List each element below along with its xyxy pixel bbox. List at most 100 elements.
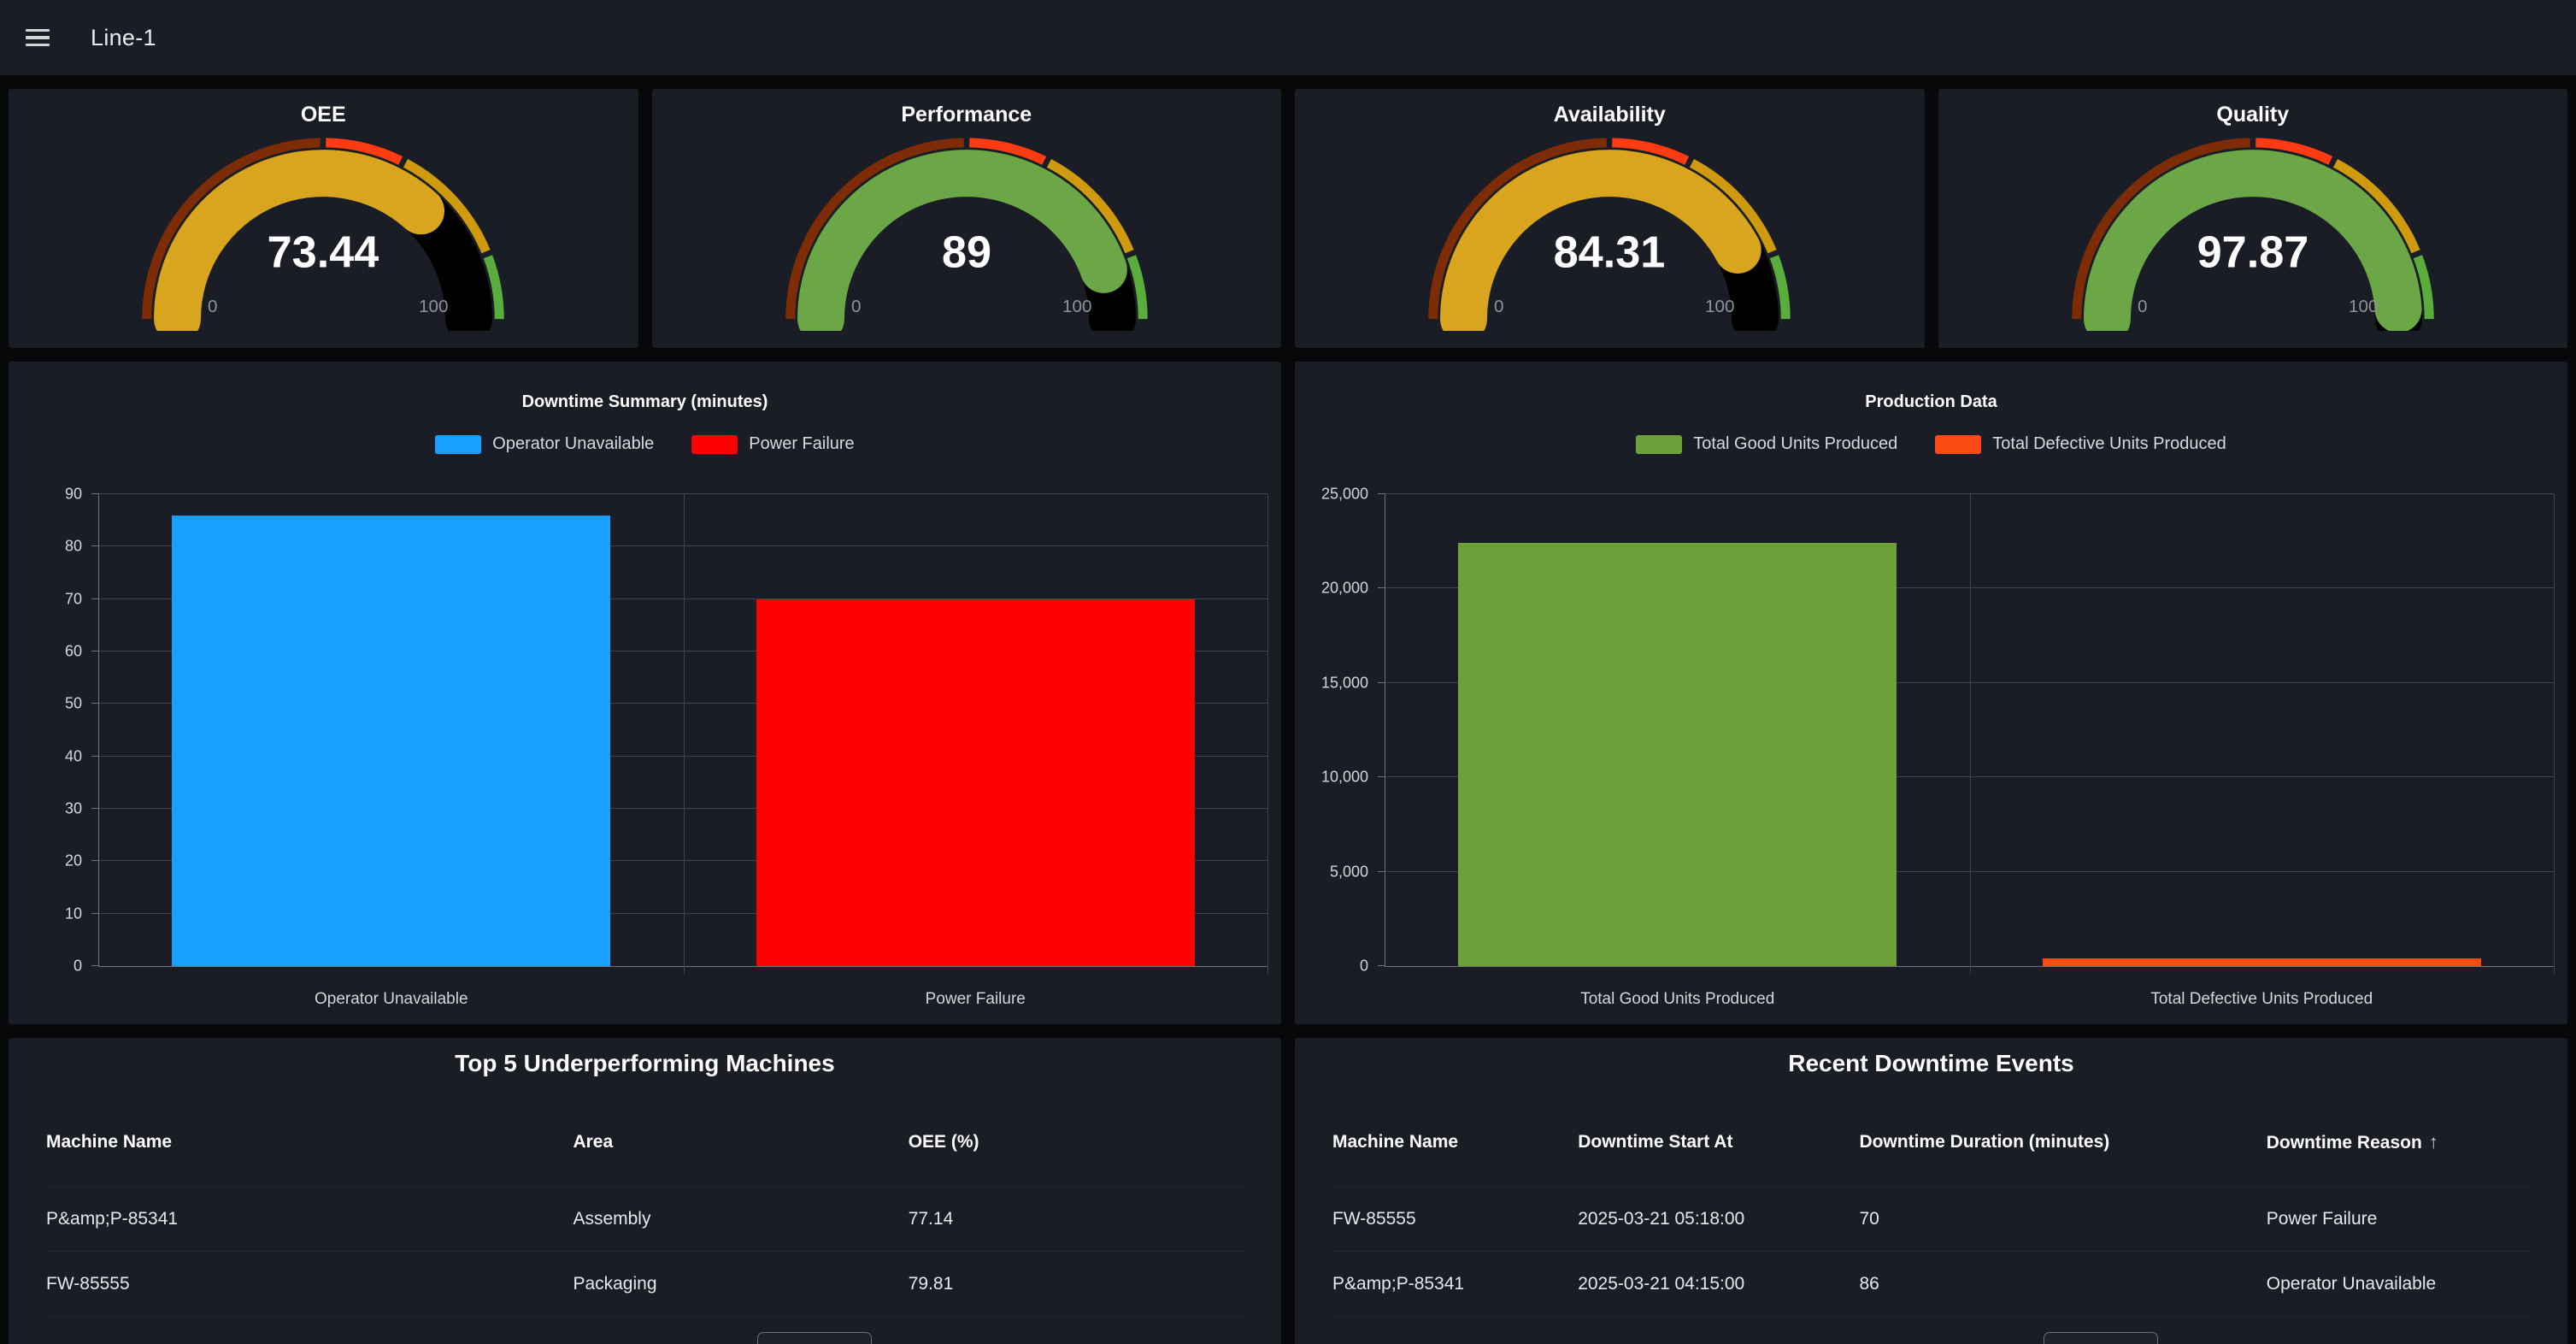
y-axis-tick bbox=[91, 860, 99, 861]
cell-oee: 77.14 bbox=[909, 1209, 1244, 1229]
column-header-oee[interactable]: OEE (%) bbox=[909, 1132, 1244, 1152]
y-axis-tick-label: 20,000 bbox=[1321, 580, 1368, 598]
chart-legend: Operator Unavailable Power Failure bbox=[9, 434, 1281, 454]
legend-label: Operator Unavailable bbox=[492, 434, 654, 454]
cell-machine-name: P&amp;P-85341 bbox=[1332, 1274, 1578, 1294]
gauge-panel-availability: Availability 84.31 0 100 bbox=[1295, 89, 1925, 348]
gauge-max-label: 100 bbox=[2349, 297, 2378, 316]
sort-ascending-icon: ↑ bbox=[2429, 1131, 2438, 1152]
legend-item[interactable]: Total Defective Units Produced bbox=[1935, 434, 2226, 454]
category-separator-line bbox=[684, 494, 685, 974]
y-axis-tick bbox=[1378, 587, 1385, 588]
legend-item[interactable]: Total Good Units Produced bbox=[1636, 434, 1897, 454]
table-row: FW-85555 2025-03-21 05:18:00 70 Power Fa… bbox=[1332, 1187, 2530, 1252]
column-header-machine-name[interactable]: Machine Name bbox=[46, 1132, 573, 1152]
y-axis-tick bbox=[91, 703, 99, 704]
y-axis-tick bbox=[1378, 776, 1385, 777]
panel-title: Production Data bbox=[1295, 392, 2567, 412]
cell-machine-name: P&amp;P-85341 bbox=[46, 1209, 573, 1229]
legend-label: Total Good Units Produced bbox=[1693, 434, 1897, 454]
pagination-button[interactable] bbox=[2044, 1332, 2158, 1344]
y-axis-tick bbox=[1378, 682, 1385, 683]
column-header-machine-name[interactable]: Machine Name bbox=[1332, 1132, 1578, 1152]
hamburger-menu-icon[interactable] bbox=[26, 29, 50, 47]
production-data-panel: Production Data Total Good Units Produce… bbox=[1295, 362, 2567, 1024]
cell-downtime-reason: Operator Unavailable bbox=[2267, 1274, 2530, 1294]
bar-chart-plot: Operator Unavailable Power Failure 01020… bbox=[98, 494, 1267, 967]
panel-title: Performance bbox=[652, 103, 1282, 127]
y-axis-tick bbox=[91, 965, 99, 966]
table-row: P&amp;P-85341 2025-03-21 04:15:00 86 Ope… bbox=[1332, 1252, 2530, 1317]
y-axis-tick-label: 10 bbox=[65, 905, 82, 923]
legend-swatch bbox=[691, 435, 738, 454]
y-axis-tick-label: 40 bbox=[65, 747, 82, 765]
column-header-downtime-start[interactable]: Downtime Start At bbox=[1578, 1132, 1859, 1152]
panel-title: OEE bbox=[9, 103, 638, 127]
y-axis-tick bbox=[91, 493, 99, 494]
y-axis-tick bbox=[1378, 965, 1385, 966]
y-axis-tick-label: 0 bbox=[74, 958, 82, 976]
legend-swatch bbox=[1636, 435, 1682, 454]
dashboard-grid: OEE 73.440100 Performance 890100 Availab… bbox=[0, 75, 2576, 1344]
y-axis-tick-label: 25,000 bbox=[1321, 486, 1368, 504]
y-axis-tick bbox=[91, 598, 99, 599]
gauge-value: 89 bbox=[942, 228, 991, 278]
cell-downtime-duration: 70 bbox=[1859, 1209, 2266, 1229]
x-axis-label: Power Failure bbox=[684, 990, 1268, 1009]
category-separator-line bbox=[1267, 494, 1268, 974]
gauge: 890100 bbox=[652, 131, 1282, 331]
cell-area: Packaging bbox=[573, 1274, 908, 1294]
column-header-area[interactable]: Area bbox=[573, 1132, 908, 1152]
cell-area: Assembly bbox=[573, 1209, 908, 1229]
bar bbox=[172, 516, 610, 966]
gauge-max-label: 100 bbox=[419, 297, 448, 316]
column-header-downtime-duration[interactable]: Downtime Duration (minutes) bbox=[1859, 1132, 2266, 1152]
gauge-min-label: 0 bbox=[2138, 297, 2147, 316]
y-axis-tick bbox=[91, 756, 99, 757]
gauge-panel-oee: OEE 73.44 0 100 bbox=[9, 89, 638, 348]
table-row: FW-85555 Packaging 79.81 bbox=[46, 1252, 1244, 1317]
gauge-value: 73.44 bbox=[268, 228, 379, 278]
gauge-arc: 73.44 0 100 bbox=[135, 131, 511, 331]
gauge-arc: 84.31 0 100 bbox=[1421, 131, 1797, 331]
bar bbox=[2043, 958, 2481, 966]
gauge-min-label: 0 bbox=[208, 297, 217, 316]
table-row: P&amp;P-85341 Assembly 77.14 bbox=[46, 1187, 1244, 1252]
top-navbar: Line-1 bbox=[0, 0, 2576, 75]
y-axis-tick-label: 5,000 bbox=[1330, 863, 1368, 881]
gauge-panel-performance: Performance 890100 bbox=[652, 89, 1282, 348]
cell-downtime-duration: 86 bbox=[1859, 1274, 2266, 1294]
gauge: 73.44 0 100 bbox=[9, 131, 638, 331]
bar-chart-plot: Total Good Units Produced Total Defectiv… bbox=[1385, 494, 2554, 967]
gauge: 97.870100 bbox=[1938, 131, 2568, 331]
gauge-value: 84.31 bbox=[1554, 228, 1666, 278]
pagination-button[interactable] bbox=[757, 1332, 872, 1344]
legend-item[interactable]: Operator Unavailable bbox=[435, 434, 654, 454]
y-axis-tick bbox=[91, 808, 99, 809]
panel-title: Availability bbox=[1295, 103, 1925, 127]
gauge-arc: 97.870100 bbox=[2065, 131, 2441, 331]
gauge: 84.31 0 100 bbox=[1295, 131, 1925, 331]
bar bbox=[1458, 543, 1897, 966]
bar bbox=[756, 599, 1195, 966]
y-axis-tick bbox=[91, 913, 99, 914]
legend-item[interactable]: Power Failure bbox=[691, 434, 854, 454]
table-header-row: Machine Name Area OEE (%) bbox=[46, 1098, 1244, 1187]
gauge-min-label: 0 bbox=[1494, 297, 1503, 316]
y-axis-tick-label: 60 bbox=[65, 643, 82, 661]
downtime-summary-panel: Downtime Summary (minutes) Operator Unav… bbox=[9, 362, 1281, 1024]
panel-title: Top 5 Underperforming Machines bbox=[9, 1038, 1281, 1077]
top-underperforming-machines-panel: Top 5 Underperforming Machines Machine N… bbox=[9, 1038, 1281, 1344]
column-header-downtime-reason[interactable]: Downtime Reason↑ bbox=[2267, 1131, 2530, 1153]
legend-swatch bbox=[435, 435, 481, 454]
y-axis-tick-label: 15,000 bbox=[1321, 674, 1368, 692]
x-axis-label: Operator Unavailable bbox=[99, 990, 684, 1009]
cell-downtime-start: 2025-03-21 04:15:00 bbox=[1578, 1274, 1859, 1294]
gauge-max-label: 100 bbox=[1705, 297, 1734, 316]
dashboard-title: Line-1 bbox=[91, 25, 156, 51]
gauge-min-label: 0 bbox=[851, 297, 861, 316]
y-axis-tick-label: 20 bbox=[65, 852, 82, 870]
category-separator-line bbox=[2554, 494, 2555, 974]
x-axis-label: Total Good Units Produced bbox=[1385, 990, 1970, 1009]
cell-downtime-start: 2025-03-21 05:18:00 bbox=[1578, 1209, 1859, 1229]
